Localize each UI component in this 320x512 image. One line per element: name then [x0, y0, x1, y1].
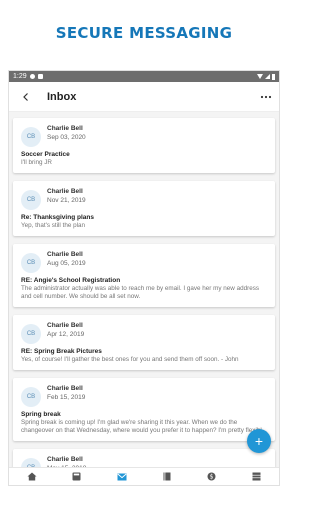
nav-item-journal[interactable]: [155, 470, 179, 484]
bottom-navigation: $: [9, 467, 279, 485]
message-header: CB Charlie Bell Nov 21, 2019: [21, 187, 267, 210]
sender-block: Charlie Bell Feb 15, 2019: [47, 384, 85, 402]
sender-name: Charlie Bell: [47, 125, 83, 132]
app-bar: Inbox: [9, 82, 279, 112]
sender-name: Charlie Bell: [47, 456, 83, 463]
svg-text:$: $: [210, 473, 214, 480]
plus-icon: +: [254, 433, 264, 449]
message-card[interactable]: CB Charlie Bell Sep 03, 2020 Soccer Practic…: [13, 118, 275, 173]
avatar: CB: [21, 190, 41, 210]
signal-icon: [265, 74, 270, 79]
message-subject: RE: Angie's School Registration: [21, 277, 121, 284]
nav-item-list[interactable]: [245, 470, 269, 484]
avatar: CB: [21, 324, 41, 344]
message-subject: Re: Thanksgiving plans: [21, 214, 94, 221]
message-date: Sep 03, 2020: [47, 134, 86, 141]
page-title: Inbox: [47, 90, 77, 103]
calculator-icon: [72, 468, 81, 486]
status-time: 1:29: [13, 73, 27, 80]
avatar: CB: [21, 387, 41, 407]
home-icon: [27, 468, 37, 486]
message-preview: The administrator actually was able to r…: [21, 285, 259, 300]
message-subject: RE: Spring Break Pictures: [21, 348, 102, 355]
phone-screen: 1:29 Inbox CB Charlie Bell Sep 03, 2020 Soc…: [8, 70, 280, 486]
message-subject: Spring break: [21, 411, 61, 418]
sender-block: Charlie BellMay 15, 2018: [47, 455, 86, 467]
sender-block: Charlie Bell Aug 05, 2019: [47, 250, 86, 268]
avatar: CB: [21, 127, 41, 147]
avatar: CB: [21, 458, 41, 467]
nav-item-dollar[interactable]: $: [200, 470, 224, 484]
avatar: CB: [21, 253, 41, 273]
message-preview: Yes, of course! I'll gather the best one…: [21, 356, 239, 363]
sender-name: Charlie Bell: [47, 251, 83, 258]
message-card[interactable]: CB Charlie Bell Feb 15, 2019 Spring break Sp…: [13, 378, 275, 441]
message-header: CB Charlie Bell Apr 12, 2019: [21, 321, 267, 344]
message-preview: I'll bring JR: [21, 159, 52, 166]
nav-item-home[interactable]: [20, 470, 44, 484]
sender-name: Charlie Bell: [47, 385, 83, 392]
message-list: CB Charlie Bell Sep 03, 2020 Soccer Practic…: [9, 116, 279, 467]
more-dots-icon: [260, 95, 272, 98]
dollar-icon: $: [207, 468, 216, 486]
message-header: CB Charlie Bell Aug 05, 2019: [21, 250, 267, 273]
journal-icon: [163, 468, 171, 486]
message-header: CB Charlie BellMay 15, 2018: [21, 455, 267, 467]
compose-button[interactable]: +: [247, 429, 271, 453]
message-preview: Yep, that's still the plan: [21, 222, 85, 229]
message-date: Feb 15, 2019: [47, 394, 86, 401]
message-card[interactable]: CBCharlie BellMay 15, 2018Summer Activit…: [13, 449, 275, 467]
promo-heading: SECURE MESSAGING: [55, 24, 233, 42]
arrow-left-icon: [23, 92, 28, 101]
message-date: Nov 21, 2019: [47, 197, 86, 204]
sender-block: Charlie Bell Sep 03, 2020: [47, 124, 86, 142]
mail-icon: [117, 468, 127, 486]
battery-icon: [272, 73, 275, 80]
sender-block: Charlie Bell Nov 21, 2019: [47, 187, 86, 205]
notification-icon: [29, 74, 35, 79]
message-header: CB Charlie Bell Feb 15, 2019: [21, 384, 267, 407]
message-preview: Spring break is coming up! I'm glad we'r…: [21, 419, 267, 434]
wifi-icon: [257, 74, 263, 79]
sender-name: Charlie Bell: [47, 188, 83, 195]
nav-item-mail[interactable]: [110, 470, 134, 484]
status-bar: 1:29: [9, 71, 279, 82]
message-date: Aug 05, 2019: [47, 260, 86, 267]
nav-item-calculator[interactable]: [65, 470, 89, 484]
message-date: Apr 12, 2019: [47, 331, 85, 338]
message-subject: Soccer Practice: [21, 151, 70, 158]
sender-block: Charlie Bell Apr 12, 2019: [47, 321, 84, 339]
back-button[interactable]: [19, 90, 33, 104]
message-header: CB Charlie Bell Sep 03, 2020: [21, 124, 267, 147]
list-icon: [252, 468, 261, 486]
message-card[interactable]: CB Charlie Bell Nov 21, 2019 Re: Thanksgivi…: [13, 181, 275, 236]
sender-name: Charlie Bell: [47, 322, 83, 329]
notification-icon: [37, 74, 43, 79]
message-card[interactable]: CB Charlie Bell Aug 05, 2019 RE: Angie's Sc…: [13, 244, 275, 307]
message-card[interactable]: CB Charlie Bell Apr 12, 2019 RE: Spring Bre…: [13, 315, 275, 370]
more-options-button[interactable]: [259, 90, 273, 104]
